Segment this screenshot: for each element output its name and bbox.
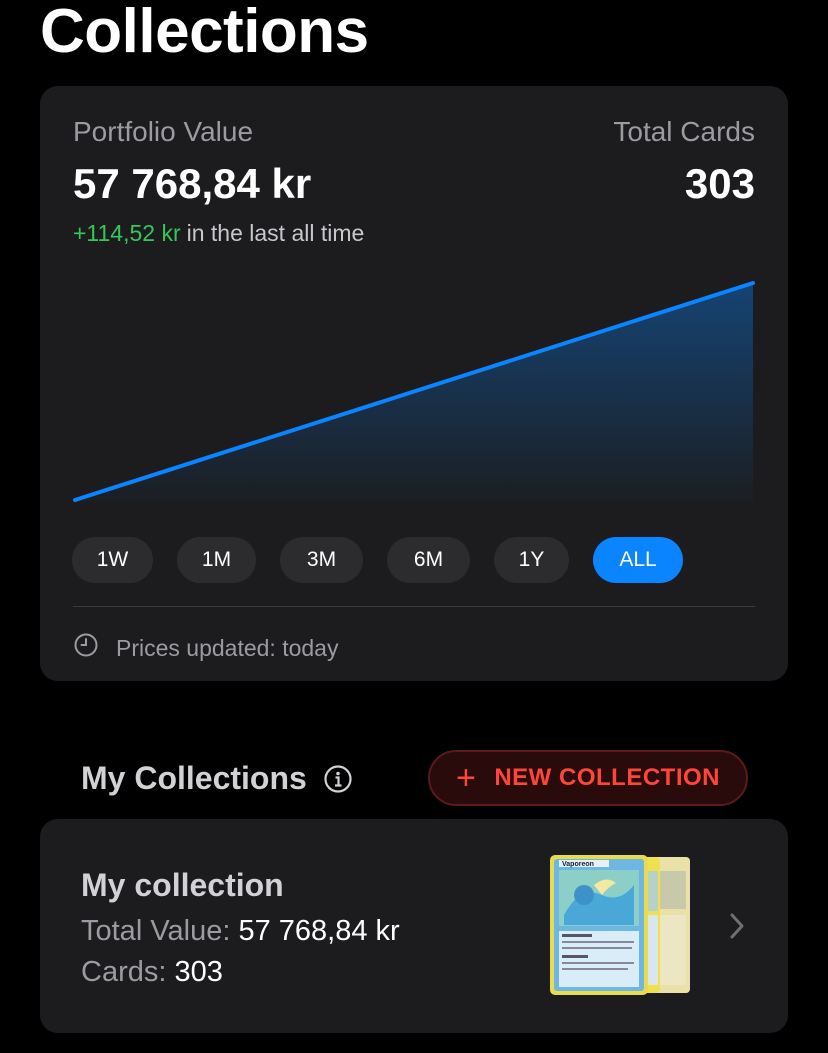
prices-updated-text: Prices updated: today (116, 634, 339, 661)
cards-count: 303 (174, 956, 223, 988)
collection-name: My collection (81, 867, 284, 903)
card-stack-thumbnail: Vaporeon (550, 855, 690, 995)
portfolio-chart[interactable] (73, 266, 755, 502)
prices-updated-row: Prices updated: today (73, 632, 338, 664)
change-period-text: in the last all time (186, 220, 365, 246)
period-3m-button[interactable]: 3M (280, 537, 363, 583)
info-icon[interactable] (323, 764, 353, 794)
change-row: +114,52 kr in the last all time (73, 220, 364, 247)
my-collections-heading: My Collections (81, 760, 353, 797)
period-1w-button[interactable]: 1W (72, 537, 153, 583)
divider (73, 606, 755, 607)
section-title-text: My Collections (81, 760, 307, 796)
collection-total-value: Total Value: 57 768,84 kr (81, 915, 400, 948)
plus-icon: + (455, 759, 477, 797)
total-cards-value: 303 (684, 160, 755, 207)
portfolio-value: 57 768,84 kr (73, 160, 312, 207)
portfolio-card: Portfolio Value Total Cards 57 768,84 kr… (40, 86, 788, 681)
total-value: 57 768,84 kr (238, 915, 400, 947)
new-collection-label: NEW COLLECTION (494, 764, 720, 791)
change-amount: +114,52 kr (73, 220, 181, 246)
cards-label: Cards: (81, 956, 167, 988)
collection-cards-count: Cards: 303 (81, 956, 223, 989)
collection-item[interactable]: My collection Total Value: 57 768,84 kr … (40, 819, 788, 1033)
new-collection-button[interactable]: + NEW COLLECTION (428, 750, 748, 806)
period-1y-button[interactable]: 1Y (494, 537, 569, 583)
chevron-right-icon[interactable] (728, 911, 746, 941)
total-cards-label: Total Cards (613, 116, 755, 147)
total-value-label: Total Value: (81, 915, 231, 947)
period-all-button[interactable]: ALL (593, 537, 683, 583)
period-selector: 1W 1M 3M 6M 1Y ALL (72, 537, 756, 583)
period-6m-button[interactable]: 6M (387, 537, 470, 583)
portfolio-value-label: Portfolio Value (73, 116, 254, 147)
card-name: Vaporeon (562, 861, 594, 868)
clock-icon (73, 632, 116, 664)
page-title: Collections (40, 0, 369, 66)
period-1m-button[interactable]: 1M (177, 537, 256, 583)
